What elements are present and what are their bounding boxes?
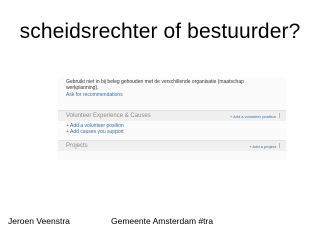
embedded-profile-screenshot: Gebruikt niet in bij beleg gehouden met … [58, 78, 286, 160]
intro-text-line: werkplanning). [66, 85, 99, 91]
ask-recommendations-link[interactable]: Ask for recommendations [66, 92, 123, 98]
volunteer-section-title: Volunteer Experience & Causes [66, 113, 151, 119]
edit-icon[interactable] [279, 143, 283, 148]
add-volunteer-link[interactable]: + Add a volunteer position [230, 114, 276, 119]
add-causes-link[interactable]: + Add causes you support [66, 129, 124, 135]
slide-title: scheidsrechter of bestuurder? [19, 20, 301, 43]
projects-section-title: Projects [66, 143, 88, 149]
projects-section-header: Projects + Add a project [58, 140, 286, 151]
edit-icon[interactable] [279, 113, 283, 118]
add-project-link[interactable]: + Add a project [249, 144, 276, 149]
footer-author: Jeroen Veenstra [8, 216, 70, 226]
volunteer-section-header: Volunteer Experience & Causes + Add a vo… [58, 110, 286, 121]
footer-organization: Gemeente Amsterdam #tra [111, 216, 214, 226]
